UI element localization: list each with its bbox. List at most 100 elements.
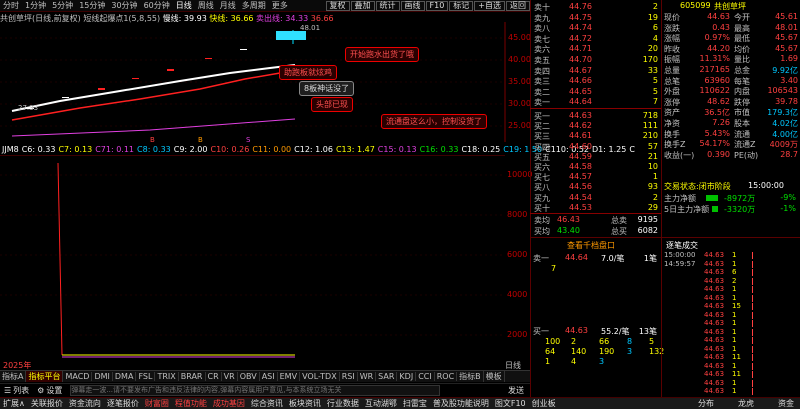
bottom-link[interactable]: 财富圈 [142,398,172,409]
gear-icon: ⚙ [37,385,45,395]
send-button[interactable]: 发送 [508,385,524,396]
total-label: 总买 [611,227,627,236]
level-price: 44.54 [569,192,592,202]
indicator-tab[interactable]: KDJ [397,372,417,381]
tape-volume: 1 [732,361,737,370]
period-tab[interactable]: 1分钟 [22,0,49,11]
indicator-tab[interactable]: CCI [416,372,435,381]
toolbar-button[interactable]: 复权 [325,0,350,11]
indicator-tab[interactable]: EMV [278,372,301,381]
toolbar-button[interactable]: 画线 [400,0,425,11]
level-volume: 718 [642,111,658,120]
toolbar-button[interactable]: 返回 [506,0,530,11]
level-label: 卖三 [534,77,550,87]
indicator-tab[interactable]: ASI [260,372,278,381]
tape-marker [752,269,753,276]
indicator-chart[interactable] [0,155,505,360]
tape-price: 44.63 [704,387,725,395]
period-tab[interactable]: 15分钟 [76,0,108,11]
bottom-link[interactable]: 成功基因 [210,398,248,409]
info-value: 45.67 [775,43,798,53]
total-label: 总卖 [611,216,627,225]
period-tab[interactable]: 分时 [0,0,22,11]
indicator-tab[interactable]: 模板 [484,371,505,382]
bottom-link[interactable]: 扩展∧ [0,398,28,409]
depth-title: 查看千档盘口 [567,241,615,250]
indicator-tab[interactable]: CR [206,372,222,381]
bottom-link[interactable]: 资金 [775,398,797,409]
tape-price: 44.63 [704,259,725,268]
bottom-link[interactable]: 普及股功能说明 [430,398,492,409]
indicator-tab[interactable]: DMA [113,372,137,381]
indicator-tab[interactable]: RSI [340,372,358,381]
indicator-tab[interactable]: WR [358,372,377,381]
period-tab[interactable]: 周线 [195,0,217,11]
bottom-link[interactable]: 资金流向 [66,398,104,409]
indicator-tab[interactable]: DMI [92,372,113,381]
bottom-link[interactable]: 综合资讯 [248,398,286,409]
indicator-tab[interactable]: OBV [238,372,260,381]
bottom-link[interactable]: 程值功能 [172,398,210,409]
bottom-link[interactable]: 行业数据 [324,398,362,409]
tape-time: 15:00:00 [664,251,696,259]
sell-level: 卖四 44.67 33 [531,66,662,76]
period-tab[interactable]: 更多 [269,0,291,11]
toolbar-button[interactable]: F10 [425,0,449,11]
period-tab[interactable]: 月线 [217,0,239,11]
indicator-values-bar: JJM8 C6: 0.33 C7: 0.13 C71: 0.11 C8: 0.33 C9:… [0,144,635,154]
bottom-link[interactable]: 图文F10 [492,398,529,409]
period-tab[interactable]: 5分钟 [49,0,76,11]
indicator-tab[interactable]: ROC [435,372,458,381]
indicator-tab[interactable]: 指标平台 [26,371,64,382]
indicator-value: C13: 1.47 [335,144,375,154]
bottom-link[interactable]: 关联报价 [28,398,66,409]
bottom-link[interactable]: 逐笔报价 [104,398,142,409]
tape-marker [752,371,753,378]
info-value: 11.31% [699,54,730,64]
period-tab[interactable]: 60分钟 [141,0,173,11]
indicator-tab[interactable]: 指标B [457,371,484,382]
info-label: 跌停 [734,97,750,107]
period-tab[interactable]: 日线 [173,0,195,11]
bottom-link[interactable]: 创业板 [529,398,559,409]
level-volume: 4 [652,33,658,43]
info-value: 3.40 [780,75,798,85]
tape-volume: 1 [732,285,737,293]
toolbar-button[interactable]: 统计 [375,0,400,11]
indicator-tab[interactable]: VR [222,372,238,381]
list-button[interactable]: 列表 [13,385,29,396]
period-tab[interactable]: 30分钟 [108,0,140,11]
buy-queue-cell: 66 [599,337,610,346]
candle-body-last [276,31,306,40]
tape-marker [752,354,753,361]
bottom-link[interactable]: 分布 [695,398,717,409]
level-volume: 19 [647,12,658,22]
indicator-tab[interactable]: FSL [136,372,156,381]
bottom-link[interactable]: 互动湖鄂 [362,398,400,409]
indicator-tab[interactable]: VOL-TDX [300,372,340,381]
tape-volume: 1 [732,387,737,395]
toolbar-button[interactable]: 叠加 [350,0,375,11]
indicator-tab[interactable]: TRIX [155,372,179,381]
settings-button[interactable]: 设置 [46,385,62,396]
indicator-tab[interactable]: BRAR [179,372,206,381]
bottom-link[interactable]: 板块资讯 [286,398,324,409]
toolbar-button[interactable]: 标记 [449,0,474,11]
tape-marker [752,337,753,344]
chart-annotation: 流通盘这么小，控制没货了 [381,114,487,129]
comment-input[interactable] [70,384,441,396]
indicator-tab[interactable]: 指标A [0,371,27,382]
toolbar-button[interactable]: +自选 [474,0,505,11]
bottom-link[interactable]: 龙虎 [735,398,757,409]
tape-marker [752,252,753,259]
low-marker: 27.33 [18,104,38,112]
period-tab[interactable]: 多周期 [239,0,269,11]
level-volume: 33 [647,65,658,75]
indicator-tab[interactable]: MACD [63,372,93,381]
indicator-tab[interactable]: SAR [376,372,398,381]
level-price: 44.72 [569,33,592,43]
level-price: 44.57 [569,172,592,182]
bottom-link[interactable]: 扫雷宝 [400,398,430,409]
sell-line [11,118,296,137]
info-label: 总金 [734,66,750,75]
